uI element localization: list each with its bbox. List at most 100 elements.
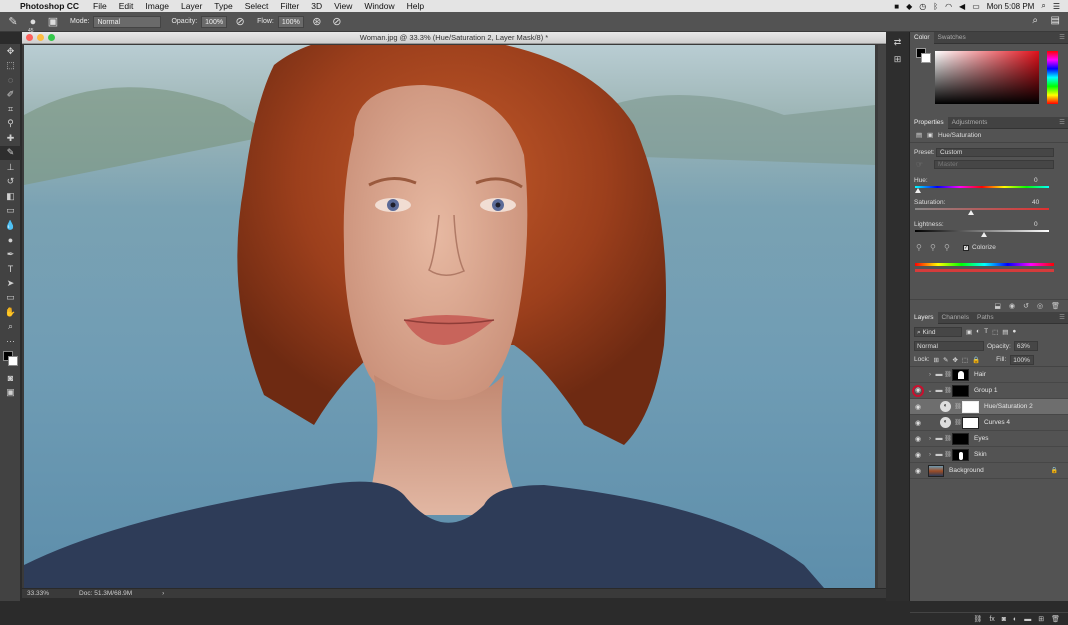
layer-opacity-field[interactable]: 63%: [1013, 341, 1038, 351]
filter-pixel-icon[interactable]: ▣: [966, 328, 972, 336]
lock-position-icon[interactable]: ✥: [952, 356, 957, 364]
quick-mask-icon[interactable]: ◙: [0, 371, 21, 386]
clock[interactable]: Mon 5:08 PM: [987, 2, 1035, 11]
layer-row-skin[interactable]: ◉ › ▬ ⛓ Skin: [910, 447, 1068, 463]
properties-panel-icon[interactable]: ⊞: [889, 52, 907, 66]
airbrush-icon[interactable]: ⊛: [310, 15, 324, 29]
clip-to-layer-icon[interactable]: ⬓: [994, 302, 1001, 310]
layer-name[interactable]: Hair: [974, 371, 986, 378]
visibility-eye-icon[interactable]: ◉: [910, 403, 926, 411]
filter-adjustment-icon[interactable]: ◐: [976, 328, 980, 335]
eyedropper-icon[interactable]: ⚲: [916, 243, 922, 252]
layer-thumbnail[interactable]: [928, 464, 944, 477]
layer-name[interactable]: Group 1: [974, 387, 998, 394]
expand-arrow-icon[interactable]: ›: [926, 372, 934, 378]
layer-mask-thumbnail[interactable]: [952, 368, 969, 381]
layers-menu-icon[interactable]: ☰: [1055, 312, 1068, 324]
new-group-icon[interactable]: ▬: [1024, 616, 1031, 623]
color-background-swatch[interactable]: [921, 53, 931, 63]
link-icon[interactable]: ⛓: [954, 403, 962, 410]
blend-mode-select[interactable]: Normal: [914, 341, 984, 351]
filter-smart-object-icon[interactable]: ▤: [1002, 328, 1008, 336]
menu-edit[interactable]: Edit: [113, 1, 140, 11]
visibility-eye-icon[interactable]: ◉: [910, 467, 926, 475]
layer-row-group-1[interactable]: ◉ ⌄ ▬ ⛓ Group 1: [910, 383, 1068, 399]
wifi-icon[interactable]: ◠: [945, 2, 952, 11]
filter-shape-icon[interactable]: ⬚: [992, 328, 998, 336]
workspace-icon[interactable]: ▤: [1051, 15, 1060, 26]
color-field[interactable]: [935, 51, 1039, 104]
menu-image[interactable]: Image: [139, 1, 175, 11]
volume-icon[interactable]: ◀: [959, 2, 965, 11]
tab-layers[interactable]: Layers: [910, 311, 938, 324]
menu-window[interactable]: Window: [358, 1, 400, 11]
new-adjustment-icon[interactable]: ◐: [1013, 616, 1017, 623]
rectangle-tool-icon[interactable]: ▭: [0, 291, 21, 306]
link-icon[interactable]: ⛓: [944, 387, 952, 394]
app-menu[interactable]: Photoshop CC: [18, 1, 87, 11]
collapse-arrow-icon[interactable]: ⌄: [926, 387, 934, 394]
layer-row-curves-4[interactable]: ◉ ◐ ⛓ Curves 4: [910, 415, 1068, 431]
tab-adjustments[interactable]: Adjustments: [948, 117, 992, 129]
menu-filter[interactable]: Filter: [274, 1, 305, 11]
screen-mode-icon[interactable]: ▣: [0, 385, 21, 400]
expand-arrow-icon[interactable]: ›: [926, 452, 934, 458]
tab-paths[interactable]: Paths: [973, 312, 998, 324]
delete-layer-icon[interactable]: 🗑: [1051, 615, 1060, 623]
minimize-window-button[interactable]: [37, 34, 44, 41]
mode-select[interactable]: Normal: [93, 15, 162, 28]
menu-select[interactable]: Select: [239, 1, 275, 11]
lock-all-icon[interactable]: 🔒: [972, 356, 980, 364]
gradient-tool-icon[interactable]: ▭: [0, 204, 21, 219]
mask-icon[interactable]: ▣: [927, 132, 933, 139]
targeted-adjust-icon[interactable]: ☞: [916, 160, 923, 169]
pen-tool-icon[interactable]: ✒: [0, 247, 21, 262]
link-icon[interactable]: ⛓: [954, 419, 962, 426]
background-color-swatch[interactable]: [8, 355, 18, 366]
notification-center-icon[interactable]: ☰: [1053, 2, 1060, 11]
menu-file[interactable]: File: [87, 1, 113, 11]
history-brush-tool-icon[interactable]: ↺: [0, 175, 21, 190]
delete-adjustment-icon[interactable]: 🗑: [1051, 302, 1060, 310]
panel-menu-icon[interactable]: ☰: [1055, 32, 1068, 44]
layer-name[interactable]: Hue/Saturation 2: [984, 403, 1033, 410]
channel-select[interactable]: Master: [934, 160, 1054, 169]
menu-type[interactable]: Type: [208, 1, 238, 11]
brush-tool-icon[interactable]: ✎: [0, 145, 21, 160]
eyedropper-minus-icon[interactable]: ⚲: [944, 243, 950, 252]
layer-name[interactable]: Skin: [974, 451, 987, 458]
colorize-checkbox[interactable]: ✓: [963, 245, 969, 251]
quick-select-tool-icon[interactable]: ✐: [0, 88, 21, 103]
history-panel-icon[interactable]: ⇄: [889, 35, 907, 49]
add-mask-icon[interactable]: ◙: [1002, 616, 1006, 623]
layer-name[interactable]: Eyes: [974, 435, 988, 442]
visibility-eye-icon[interactable]: ◉: [910, 384, 926, 397]
layer-mask-thumbnail[interactable]: [962, 416, 979, 429]
flow-field[interactable]: 100%: [277, 15, 304, 28]
hue-value[interactable]: 0: [1034, 177, 1038, 184]
camera-status-icon[interactable]: ■: [894, 2, 899, 11]
close-window-button[interactable]: [26, 34, 33, 41]
battery-icon[interactable]: ▭: [972, 2, 980, 11]
saturation-slider-thumb[interactable]: [968, 210, 974, 215]
lightness-value[interactable]: 0: [1034, 221, 1038, 228]
preset-select[interactable]: Custom: [936, 148, 1054, 157]
hand-tool-icon[interactable]: ✋: [0, 305, 21, 320]
lock-artboard-icon[interactable]: ⬚: [962, 356, 968, 364]
layer-row-eyes[interactable]: ◉ › ▬ ⛓ Eyes: [910, 431, 1068, 447]
link-icon[interactable]: ⛓: [944, 371, 952, 378]
pressure-opacity-icon[interactable]: ⊘: [233, 15, 247, 29]
move-tool-icon[interactable]: ✥: [0, 44, 21, 59]
reset-icon[interactable]: ↺: [1023, 302, 1029, 310]
layer-mask-thumbnail[interactable]: [962, 400, 979, 413]
search-icon[interactable]: ⌕: [1032, 15, 1038, 26]
spotlight-icon[interactable]: ⌕: [1041, 1, 1045, 11]
document-size[interactable]: Doc: 51.3M/68.9M: [79, 590, 132, 597]
eyedropper-plus-icon[interactable]: ⚲: [930, 243, 936, 252]
healing-brush-tool-icon[interactable]: ✚: [0, 131, 21, 146]
brush-tool-preset-icon[interactable]: ✎: [6, 15, 20, 29]
link-layers-icon[interactable]: ⛓: [973, 615, 982, 623]
zoom-tool-icon[interactable]: ⌕: [0, 320, 21, 335]
menu-3d[interactable]: 3D: [305, 1, 328, 11]
layer-name[interactable]: Curves 4: [984, 419, 1010, 426]
